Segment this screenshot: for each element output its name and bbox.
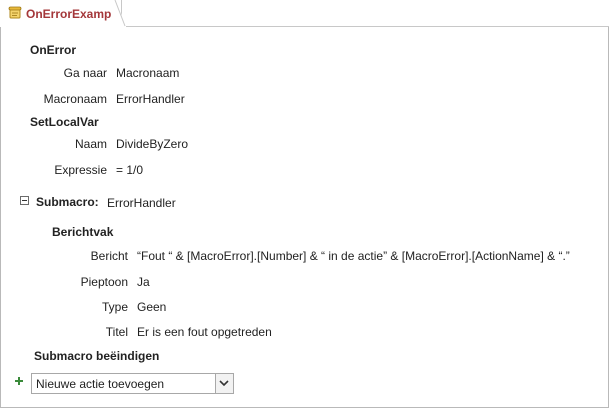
plus-icon[interactable]	[14, 376, 24, 386]
arg-value-type[interactable]: Geen	[137, 300, 166, 314]
arg-label-macronaam: Macronaam	[43, 92, 107, 106]
arg-value-bericht[interactable]: “Fout “ & [MacroError].[Number] & “ in d…	[137, 249, 570, 263]
arg-label-ganaar: Ga naar	[63, 66, 107, 80]
add-action-combobox[interactable]: Nieuwe actie toevoegen	[31, 373, 234, 394]
arg-value-titel[interactable]: Er is een fout opgetreden	[137, 325, 272, 339]
arg-value-naam[interactable]: DivideByZero	[116, 137, 188, 151]
chevron-down-icon	[219, 380, 229, 387]
arg-label-type: Type	[101, 300, 128, 314]
submacro-name[interactable]: ErrorHandler	[107, 196, 176, 210]
arg-value-ganaar[interactable]: Macronaam	[116, 66, 179, 80]
arg-label-bericht: Bericht	[90, 249, 128, 263]
arg-value-macronaam[interactable]: ErrorHandler	[116, 92, 185, 106]
action-onerror-heading[interactable]: OnError	[30, 43, 76, 57]
document-tab-strip: OnErrorExample	[0, 0, 609, 27]
action-setlocalvar-heading[interactable]: SetLocalVar	[30, 115, 99, 129]
collapse-submacro-icon[interactable]	[20, 196, 29, 205]
macro-scroll-icon	[8, 6, 22, 19]
arg-label-pieptoon: Pieptoon	[80, 275, 128, 289]
tab-onerrorexample[interactable]: OnErrorExample	[0, 0, 122, 27]
arg-value-expressie[interactable]: = 1/0	[116, 163, 143, 177]
tab-edge	[112, 0, 126, 27]
add-action-value: Nieuwe actie toevoegen	[36, 377, 165, 391]
arg-label-expressie: Expressie	[54, 163, 107, 177]
add-action-dropdown-button[interactable]	[215, 374, 233, 393]
tab-title: OnErrorExample	[26, 7, 122, 21]
action-berichtvak-heading[interactable]: Berichtvak	[52, 225, 113, 239]
arg-value-pieptoon[interactable]: Ja	[137, 275, 150, 289]
submacro-label: Submacro:	[36, 195, 99, 209]
arg-label-titel: Titel	[105, 325, 128, 339]
arg-label-naam: Naam	[74, 137, 107, 151]
end-submacro-label[interactable]: Submacro beëindigen	[34, 349, 159, 363]
